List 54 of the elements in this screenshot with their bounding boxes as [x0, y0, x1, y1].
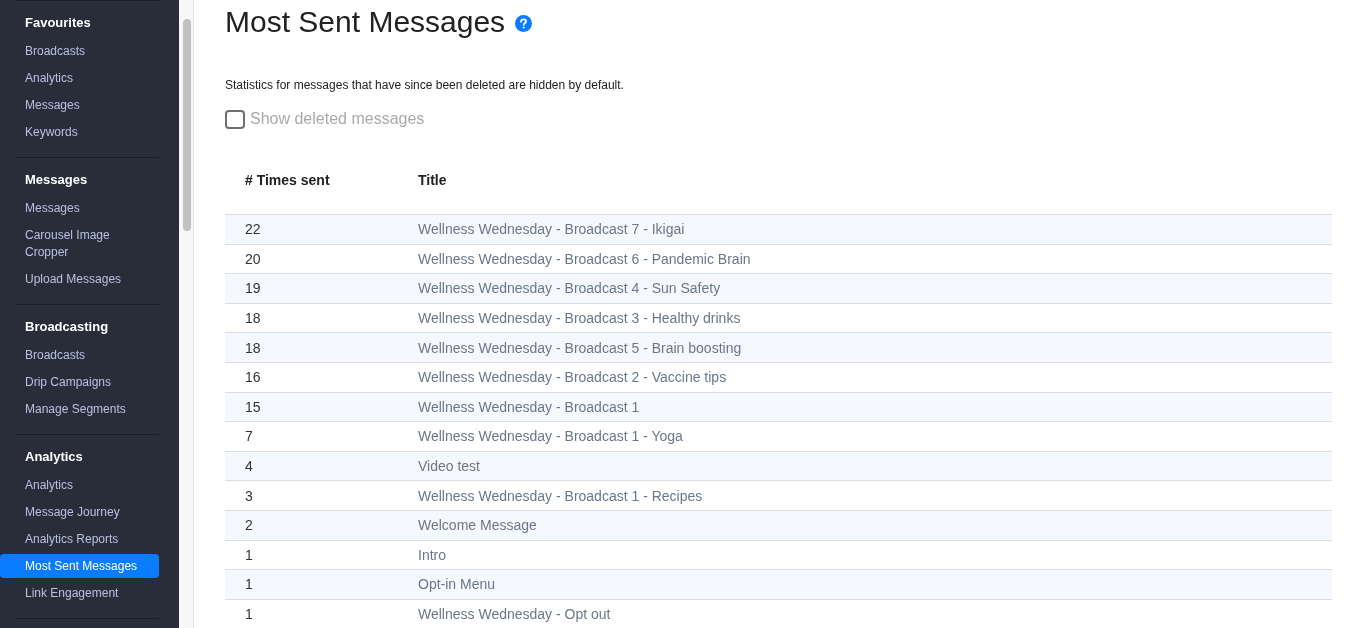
sidebar-item[interactable]: Analytics: [0, 473, 159, 497]
sidebar-item[interactable]: Most Sent Messages: [0, 554, 159, 578]
times-sent-cell-text: 20: [244, 250, 261, 267]
message-title: Wellness Wednesday - Broadcast 6 - Pandemic Brain: [418, 250, 751, 267]
times-sent-cell-text: 19: [244, 280, 261, 297]
message-title: Wellness Wednesday - Broadcast 1 - Yoga: [418, 428, 683, 445]
times-sent-cell-text: 22: [244, 221, 261, 238]
message-title: Video test: [418, 458, 480, 475]
column-header: # Times sent: [244, 172, 331, 189]
section-heading: Favourites: [24, 14, 92, 32]
sidebar-item[interactable]: Messages: [0, 93, 159, 117]
sidebar-item[interactable]: Carousel Image Cropper: [0, 223, 159, 264]
message-title: Wellness Wednesday - Broadcast 2 - Vaccine tips: [418, 369, 727, 386]
help-icon[interactable]: [515, 15, 533, 32]
sidebar-item[interactable]: Drip Campaigns: [0, 370, 159, 394]
times-sent-cell-text: 18: [244, 310, 261, 327]
section-heading: Messages: [24, 171, 89, 189]
times-sent-cell-text: 2: [244, 517, 253, 534]
sidebar-item[interactable]: Link Engagement: [0, 581, 159, 605]
sidebar-item[interactable]: Message Journey: [0, 500, 159, 524]
checkbox[interactable]: [225, 109, 245, 129]
sidebar-item[interactable]: Analytics: [0, 66, 159, 90]
sidebar-item[interactable]: Messages: [0, 196, 159, 220]
times-sent-cell-text: 15: [244, 398, 261, 415]
message-title: Opt-in Menu: [418, 576, 496, 593]
message-title: Wellness Wednesday - Broadcast 7 - Ikigai: [418, 221, 685, 238]
times-sent-cell-text: 1: [244, 576, 253, 593]
sidebar-item[interactable]: Broadcasts: [0, 343, 159, 367]
section-heading: Analytics: [24, 448, 84, 466]
description-text: Statistics for messages that have since been deleted are hidden by default.: [225, 78, 625, 93]
page-title: Most Sent Messages: [225, 4, 506, 40]
times-sent-cell-text: 7: [244, 428, 253, 445]
message-title: Wellness Wednesday - Opt out: [418, 606, 611, 622]
times-sent-cell-text: 1: [244, 606, 253, 622]
times-sent-cell-text: 16: [244, 369, 261, 386]
message-title: Welcome Message: [418, 517, 537, 534]
column-header: Title: [418, 172, 448, 189]
times-sent-cell-text: 1: [244, 546, 253, 563]
sidebar-item[interactable]: Broadcasts: [0, 39, 159, 63]
section-heading: Broadcasting: [24, 318, 110, 336]
times-sent-cell-text: 18: [244, 339, 261, 356]
sidebar-item[interactable]: Upload Messages: [0, 267, 159, 291]
message-title: Wellness Wednesday - Broadcast 5 - Brain boosting: [418, 339, 742, 356]
sidebar-item[interactable]: Analytics Reports: [0, 527, 159, 551]
message-title: Wellness Wednesday - Broadcast 4 - Sun Safety: [418, 280, 721, 297]
times-sent-cell-text: 3: [244, 487, 253, 504]
scrollbar-thumb[interactable]: [183, 19, 191, 231]
sidebar-item[interactable]: Keywords: [0, 120, 159, 144]
message-title: Intro: [418, 546, 446, 563]
message-title: Wellness Wednesday - Broadcast 3 - Healthy drinks: [418, 310, 741, 327]
message-title: Wellness Wednesday - Broadcast 1 - Recipes: [418, 487, 703, 504]
message-title: Wellness Wednesday - Broadcast 1: [418, 398, 640, 415]
times-sent-cell-text: 4: [244, 458, 253, 475]
sidebar-item[interactable]: Manage Segments: [0, 397, 159, 421]
